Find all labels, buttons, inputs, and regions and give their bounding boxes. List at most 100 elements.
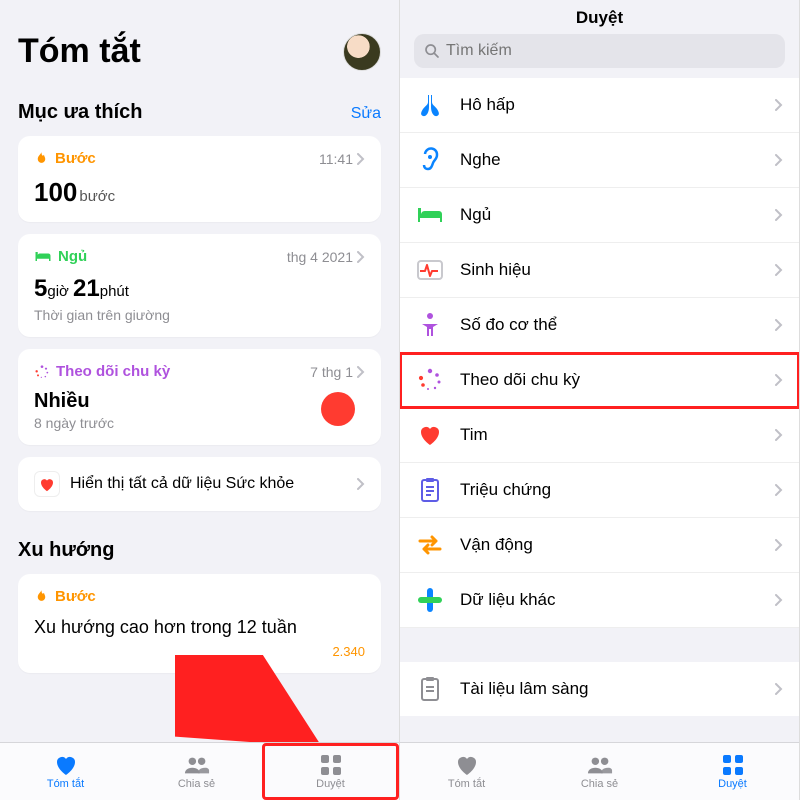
row-label: Số đo cơ thể xyxy=(460,315,759,335)
tab-summary[interactable]: Tóm tắt xyxy=(0,743,131,800)
row-clinical-documents[interactable]: Tài liệu lâm sàng xyxy=(400,662,799,716)
row-label: Tài liệu lâm sàng xyxy=(460,679,759,699)
row-respiratory[interactable]: Hô hấp xyxy=(400,78,799,133)
cycle-time: 7 thg 1 xyxy=(310,364,365,380)
row-cycle-tracking[interactable]: Theo dõi chu kỳ xyxy=(400,353,799,408)
row-other-data[interactable]: Dữ liệu khác xyxy=(400,573,799,628)
summary-content: Tóm tắt Mục ưa thích Sửa Bước 11:41 100b… xyxy=(0,0,399,742)
sleep-label-text: Ngủ xyxy=(58,248,87,265)
arrows-icon xyxy=(416,531,444,559)
row-label: Ngủ xyxy=(460,205,759,225)
trend-label-text: Bước xyxy=(55,588,96,605)
trends-header: Xu hướng xyxy=(18,539,381,562)
row-body-measurements[interactable]: Số đo cơ thể xyxy=(400,298,799,353)
chevron-right-icon xyxy=(357,478,365,490)
tab-label: Chia sẻ xyxy=(581,778,618,790)
cycle-icon xyxy=(416,366,444,394)
steps-label-text: Bước xyxy=(55,150,96,167)
body-icon xyxy=(416,311,444,339)
trend-label: Bước xyxy=(34,588,365,605)
trend-description: Xu hướng cao hơn trong 12 tuần xyxy=(34,617,365,638)
steps-label: Bước xyxy=(34,150,96,167)
row-label: Vận động xyxy=(460,535,759,555)
search-field[interactable] xyxy=(414,34,785,68)
grid-icon xyxy=(720,754,746,776)
page-title: Tóm tắt xyxy=(18,32,141,71)
browse-list: Hô hấp Nghe Ngủ Sinh hiệu Số đo cơ thể T… xyxy=(400,78,799,716)
cycle-subtitle: 8 ngày trước xyxy=(34,415,114,431)
tab-share[interactable]: Chia sẻ xyxy=(533,743,666,800)
chevron-right-icon xyxy=(775,154,783,166)
people-icon xyxy=(587,754,613,776)
tab-label: Duyệt xyxy=(316,778,345,790)
row-label: Triệu chứng xyxy=(460,480,759,500)
lungs-icon xyxy=(416,91,444,119)
row-label: Theo dõi chu kỳ xyxy=(460,370,759,390)
heart-icon xyxy=(34,471,60,497)
chevron-right-icon xyxy=(775,99,783,111)
bed-icon xyxy=(34,250,52,263)
sleep-card[interactable]: Ngủ thg 4 2021 5giờ 21phút Thời gian trê… xyxy=(18,234,381,337)
sleep-label: Ngủ xyxy=(34,248,87,265)
chevron-right-icon xyxy=(775,319,783,331)
edit-favorites-link[interactable]: Sửa xyxy=(351,105,381,123)
tab-bar: Tóm tắt Chia sẻ Duyệt xyxy=(400,742,799,800)
clipboard-icon xyxy=(416,476,444,504)
tab-summary[interactable]: Tóm tắt xyxy=(400,743,533,800)
flow-indicator-dot xyxy=(321,392,355,426)
row-vitals[interactable]: Sinh hiệu xyxy=(400,243,799,298)
steps-card[interactable]: Bước 11:41 100bước xyxy=(18,136,381,222)
show-all-left: Hiển thị tất cả dữ liệu Sức khỏe xyxy=(34,471,294,497)
cycle-text: Nhiều 8 ngày trước xyxy=(34,390,114,431)
chevron-right-icon xyxy=(775,374,783,386)
tab-browse[interactable]: Duyệt xyxy=(666,743,799,800)
show-all-label: Hiển thị tất cả dữ liệu Sức khỏe xyxy=(70,475,294,493)
sleep-time: thg 4 2021 xyxy=(287,249,365,265)
row-sleep[interactable]: Ngủ xyxy=(400,188,799,243)
row-label: Nghe xyxy=(460,150,759,170)
grid-icon xyxy=(318,754,344,776)
row-mobility[interactable]: Vận động xyxy=(400,518,799,573)
steps-value: 100bước xyxy=(34,177,365,208)
search-wrap xyxy=(400,28,799,78)
flame-icon xyxy=(34,150,49,167)
search-input[interactable] xyxy=(446,42,775,60)
profile-avatar[interactable] xyxy=(343,33,381,71)
cycle-flow-value: Nhiều xyxy=(34,390,114,413)
people-icon xyxy=(184,754,210,776)
chevron-right-icon xyxy=(775,484,783,496)
sleep-subtitle: Thời gian trên giường xyxy=(34,307,365,323)
row-symptoms[interactable]: Triệu chứng xyxy=(400,463,799,518)
row-heart[interactable]: Tim xyxy=(400,408,799,463)
plus-icon xyxy=(416,586,444,614)
chevron-right-icon xyxy=(775,539,783,551)
chevron-right-icon xyxy=(775,209,783,221)
cycle-label-text: Theo dõi chu kỳ xyxy=(56,363,170,380)
browse-title: Duyệt xyxy=(400,0,799,28)
tab-label: Tóm tắt xyxy=(448,778,485,790)
row-label: Sinh hiệu xyxy=(460,260,759,280)
search-icon xyxy=(424,43,440,59)
cycle-icon xyxy=(34,364,50,380)
row-label: Hô hấp xyxy=(460,95,759,115)
heart-icon xyxy=(416,421,444,449)
cycle-card[interactable]: Theo dõi chu kỳ 7 thg 1 Nhiều 8 ngày trư… xyxy=(18,349,381,445)
tab-bar: Tóm tắt Chia sẻ Duyệt xyxy=(0,742,399,800)
trends-heading: Xu hướng xyxy=(18,539,114,562)
browse-screen: Duyệt Hô hấp Nghe Ngủ Sinh hiệu xyxy=(400,0,800,800)
tab-label: Tóm tắt xyxy=(47,778,84,790)
heart-filled-icon xyxy=(53,754,79,776)
ear-icon xyxy=(416,146,444,174)
row-hearing[interactable]: Nghe xyxy=(400,133,799,188)
tab-share[interactable]: Chia sẻ xyxy=(131,743,262,800)
tab-browse[interactable]: Duyệt xyxy=(262,743,399,800)
chevron-right-icon xyxy=(775,264,783,276)
heart-icon xyxy=(454,754,480,776)
sleep-value: 5giờ 21phút xyxy=(34,275,365,303)
show-all-health-data[interactable]: Hiển thị tất cả dữ liệu Sức khỏe xyxy=(18,457,381,511)
favorites-header: Mục ưa thích Sửa xyxy=(18,101,381,124)
favorites-heading: Mục ưa thích xyxy=(18,101,143,124)
header-row: Tóm tắt xyxy=(18,32,381,71)
bed-icon xyxy=(416,201,444,229)
tab-label: Chia sẻ xyxy=(178,778,215,790)
